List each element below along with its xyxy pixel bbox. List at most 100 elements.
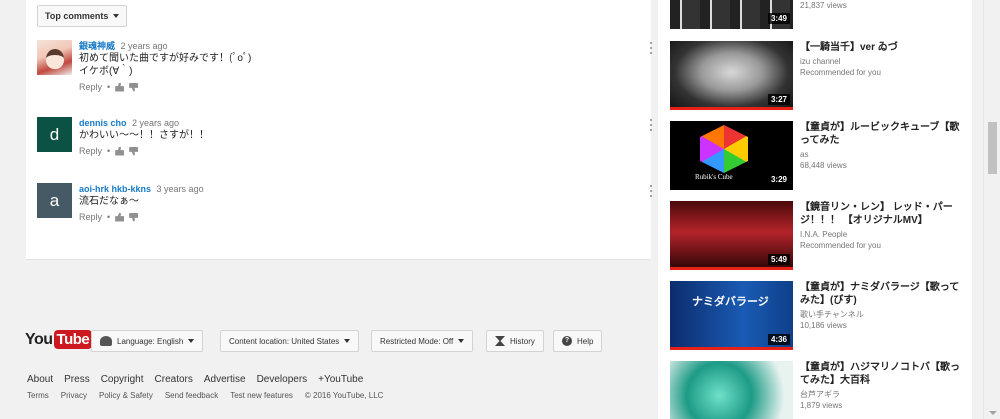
chevron-down-icon [188,339,195,343]
reply-button[interactable]: Reply [79,212,102,222]
video-title[interactable]: 【鏡音リン・レン】 レッド・パージ！！！ 【オリジナルMV】 [800,201,965,227]
related-video-item[interactable]: ナミダバラージ 4:36 【童貞が】ナミダバラージ【歌ってみた】(びす) 歌い手… [670,281,970,351]
thumbnail-caption: ナミダバラージ [692,296,769,308]
thumbs-up-icon[interactable] [115,146,125,156]
reply-button[interactable]: Reply [79,146,102,156]
footer-link-developers[interactable]: Developers [257,374,308,385]
chevron-down-icon [113,14,120,18]
language-icon [100,336,112,346]
reply-button[interactable]: Reply [79,82,102,92]
video-thumbnail[interactable]: 3:49 [670,0,793,29]
thumbs-up-icon[interactable] [115,212,125,222]
comment-author[interactable]: aoi-hrk hkb-kkns [79,184,151,194]
scrollbar-thumb[interactable] [988,122,997,174]
restricted-mode-label: Restricted Mode: Off [380,336,454,346]
avatar[interactable]: a [37,183,72,218]
more-options-icon[interactable] [650,185,654,197]
watched-progress-bar [670,347,793,350]
video-duration: 4:36 [767,334,790,345]
comment-text-line: 流石だなぁ〜 [79,196,139,207]
video-duration: 3:27 [767,94,790,105]
video-duration: 5:49 [767,254,790,265]
footer-link-creators[interactable]: Creators [155,374,193,385]
video-title[interactable]: 【一騎当千】ver ゐづ [800,41,965,54]
video-views: 68,448 views [800,161,847,170]
thumbs-down-icon[interactable] [129,82,139,92]
comment-author[interactable]: 銀魂神威 [79,41,115,51]
video-recommendation: Recommended for you [800,241,881,250]
related-video-item[interactable]: 【童貞が】ハジマリノコトバ【歌ってみた】大百科 台芦アギラ 1,879 view… [670,361,970,419]
video-title[interactable]: 【童貞が】ナミダバラージ【歌ってみた】(びす) [800,281,965,307]
avatar[interactable] [37,40,72,75]
thumbs-down-icon[interactable] [129,146,139,156]
content-location-button[interactable]: Content location: United States [220,330,360,352]
comment-timestamp[interactable]: 2 years ago [121,41,168,51]
related-video-item[interactable]: Rubik's Cube 3:29 【童貞が】ルービックキューブ【歌ってみた a… [670,121,970,191]
video-channel: izu channel [800,57,841,66]
youtube-logo[interactable]: You Tube [25,330,93,349]
video-duration: 3:29 [767,174,790,185]
avatar-letter: a [49,190,60,210]
footer-link-about[interactable]: About [27,374,53,385]
comment-text-line: 初めて聞いた曲ですが好みです！(ﾟoﾟ) [79,53,252,64]
logo-you-text: You [25,330,53,348]
comment-text-line: かわいい〜〜！！さすが！！ [79,130,209,141]
avatar-letter: d [49,124,60,144]
related-video-item[interactable]: 3:27 【一騎当千】ver ゐづ izu channel Recommende… [670,41,970,111]
footer-link-plus-youtube[interactable]: +YouTube [318,374,363,385]
video-thumbnail[interactable]: 3:27 [670,41,793,110]
separator-dot: • [107,82,111,92]
comment-author[interactable]: dennis cho [79,118,127,128]
more-options-icon[interactable] [650,119,654,131]
rubiks-cube-graphic [700,125,748,173]
history-button[interactable]: History [486,330,544,352]
sort-comments-label: Top comments [45,11,109,21]
more-options-icon[interactable] [650,42,654,54]
thumbs-down-icon[interactable] [129,212,139,222]
video-thumbnail[interactable]: 5:49 [670,201,793,270]
footer-link-send-feedback[interactable]: Send feedback [165,391,218,400]
help-button[interactable]: ? Help [553,330,603,352]
separator-dot: • [107,212,111,222]
footer-link-terms[interactable]: Terms [27,391,49,400]
video-thumbnail[interactable]: Rubik's Cube 3:29 [670,121,793,190]
page-scrollbar[interactable] [983,0,1000,419]
video-views: 10,186 views [800,321,847,330]
footer-link-policy-safety[interactable]: Policy & Safety [99,391,153,400]
video-views: 21,837 views [800,1,847,10]
video-channel: 台芦アギラ [800,390,840,399]
separator-dot: • [107,146,111,156]
related-video-item[interactable]: 5:49 【鏡音リン・レン】 レッド・パージ！！！ 【オリジナルMV】 I.N.… [670,201,970,271]
restricted-mode-button[interactable]: Restricted Mode: Off [371,330,474,352]
thumbs-up-icon[interactable] [115,82,125,92]
avatar[interactable]: d [37,117,72,152]
comment-text-line: イケボ(∀｀) [79,66,133,77]
language-button[interactable]: Language: English [91,330,204,352]
video-channel: as [800,150,809,159]
chevron-down-icon [344,339,351,343]
footer-link-copyright[interactable]: Copyright [101,374,144,385]
related-video-item[interactable]: 3:49 21,837 views [670,0,970,30]
video-title[interactable]: 【童貞が】ハジマリノコトバ【歌ってみた】大百科 [800,361,965,387]
watched-progress-bar [670,107,793,110]
scroll-down-arrow-icon[interactable] [989,411,997,415]
hourglass-icon [495,336,505,346]
video-channel: 歌い手チャンネル [800,310,864,319]
footer-link-privacy[interactable]: Privacy [61,391,87,400]
video-thumbnail[interactable] [670,361,793,419]
footer-secondary-links: Terms Privacy Policy & Safety Send feedb… [27,391,383,400]
sort-comments-dropdown[interactable]: Top comments [37,5,128,27]
comments-section: Top comments 銀魂神威 2 years ago 初めて聞いた曲ですが… [26,0,654,260]
footer-link-press[interactable]: Press [64,374,90,385]
footer-link-test-features[interactable]: Test new features [230,391,293,400]
video-thumbnail[interactable]: ナミダバラージ 4:36 [670,281,793,350]
chevron-down-icon [458,339,465,343]
footer-link-advertise[interactable]: Advertise [204,374,246,385]
video-title[interactable]: 【童貞が】ルービックキューブ【歌ってみた [800,121,965,147]
help-label: Help [577,336,594,346]
language-label: Language: English [117,336,184,346]
comment-timestamp[interactable]: 3 years ago [157,184,204,194]
thumbnail-caption: Rubik's Cube [695,173,733,181]
comment-timestamp[interactable]: 2 years ago [132,118,179,128]
video-views: 1,879 views [800,401,843,410]
